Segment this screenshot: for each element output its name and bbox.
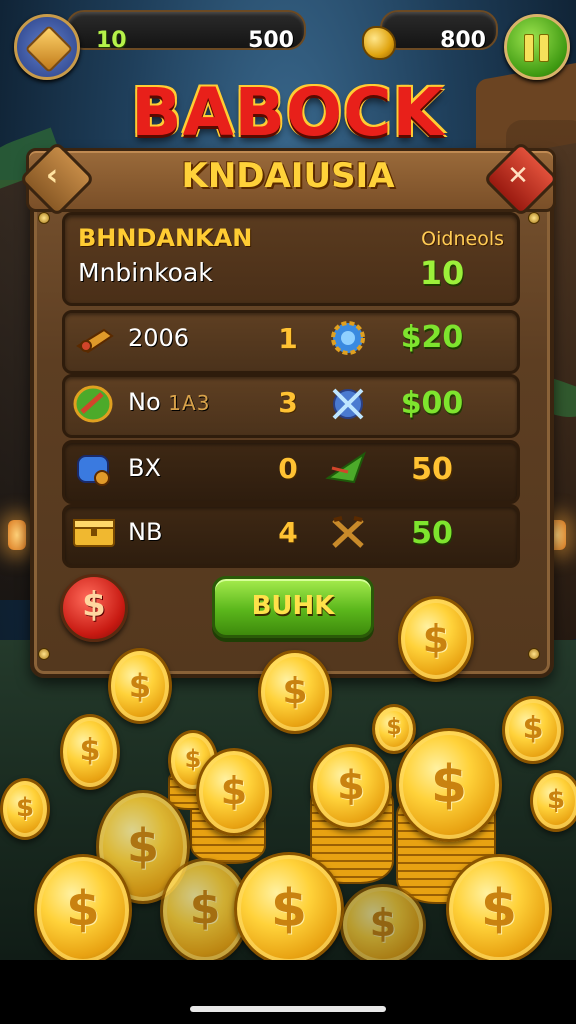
coin-icon: $ (108, 648, 172, 724)
buy-button[interactable]: BUHK (212, 576, 374, 638)
coin-icon: $ (396, 728, 502, 842)
row-qty: 3 (278, 386, 298, 419)
row-name: BX (128, 454, 161, 482)
row-qty: 0 (278, 452, 298, 485)
home-indicator[interactable] (190, 1006, 386, 1012)
coin-icon: $ (502, 696, 564, 764)
pause-icon (539, 34, 549, 62)
row-qty: 4 (278, 516, 298, 549)
info-right-value: 10 (419, 254, 465, 292)
info-title: BHNDANKAN (78, 224, 253, 252)
row-qty: 1 (278, 322, 298, 355)
info-subtitle: Mnbinkoak (78, 258, 213, 287)
row-price: $00 (400, 386, 464, 421)
gem-badge[interactable] (14, 14, 80, 80)
close-icon: ✕ (507, 161, 529, 191)
coin-icon: $ (34, 854, 132, 966)
coin-icon: $ (398, 596, 474, 682)
gold-nugget-icon (358, 22, 396, 60)
gem-capacity: 500 (248, 28, 294, 53)
row-name-tag: 1A3 (168, 391, 211, 415)
coin-icon: $ (530, 770, 576, 832)
coin-icon: $ (0, 778, 50, 840)
row-name: No 1A3 (128, 388, 210, 416)
horn-icon (74, 322, 116, 360)
dollar-icon: $ (82, 585, 106, 625)
coin-button[interactable]: $ (60, 574, 128, 642)
row-name: NB (128, 518, 163, 546)
lantern (8, 520, 26, 550)
coin-icon: $ (340, 884, 426, 966)
shield-icon (72, 384, 114, 423)
back-arrow-icon: ‹ (45, 158, 59, 193)
gear-icon (328, 318, 368, 358)
cannon-icon (74, 450, 116, 488)
coin-icon: $ (310, 744, 392, 830)
leaf-arrow-icon (324, 448, 366, 488)
rivet (528, 648, 540, 660)
coin-icon: $ (60, 714, 120, 790)
row-name-text: No (128, 388, 161, 416)
coin-icon: $ (196, 748, 272, 836)
crossed-tools-icon (328, 512, 368, 552)
gem-value: 10 (96, 28, 127, 53)
bottom-bar (0, 960, 576, 1024)
crossed-swords-icon (328, 384, 368, 424)
gem-icon (24, 24, 74, 74)
row-name: 2006 (128, 324, 190, 352)
row-price: 50 (411, 516, 453, 551)
chest-icon (72, 512, 115, 550)
row-price: $20 (400, 320, 464, 355)
game-title: BABOCK (131, 74, 445, 151)
rivet (528, 212, 540, 224)
coin-icon: $ (446, 854, 552, 964)
gold-value: 800 (440, 28, 486, 53)
coin-icon: $ (234, 852, 344, 966)
rivet (38, 212, 50, 224)
rivet (38, 648, 50, 660)
coin-icon: $ (258, 650, 332, 734)
row-price: 50 (411, 452, 453, 487)
pause-icon (524, 34, 534, 62)
pause-button[interactable] (504, 14, 570, 80)
info-right-label: Oidneols (421, 228, 504, 250)
